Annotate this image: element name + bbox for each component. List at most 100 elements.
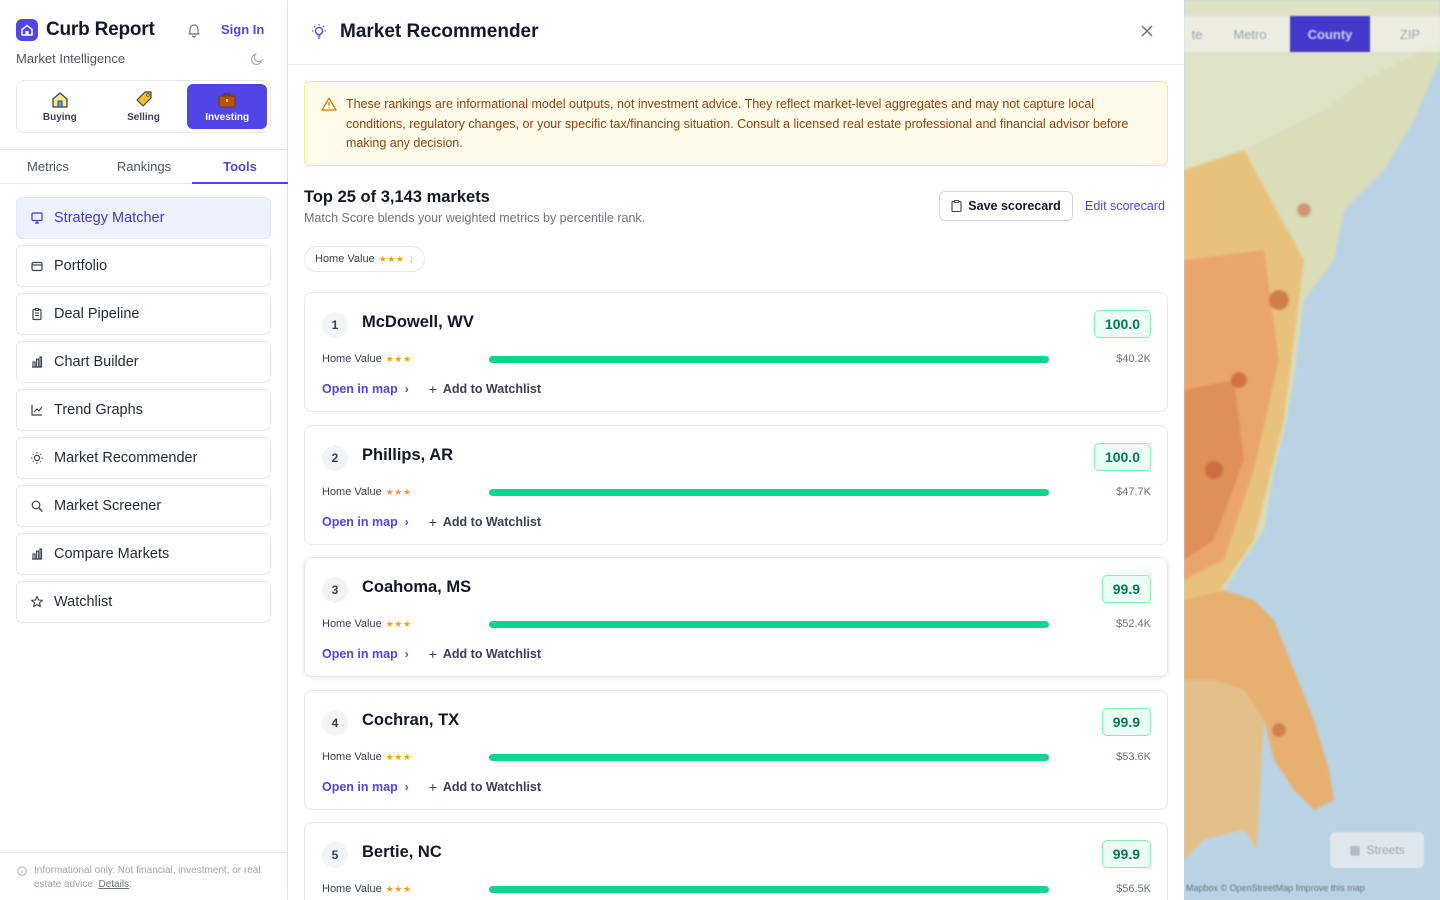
warning-icon (321, 97, 337, 111)
mode-buying[interactable]: Buying (20, 84, 100, 129)
plus-icon: + (428, 779, 437, 795)
tool-watchlist[interactable]: Watchlist (16, 581, 271, 623)
add-to-watchlist-button[interactable]: + Add to Watchlist (429, 646, 541, 662)
sort-chip-home-value[interactable]: Home Value ★★★ ↓ (304, 246, 425, 272)
map-layers-icon: ▦ (1349, 843, 1361, 857)
tool-label: Compare Markets (54, 546, 170, 562)
geo-level-state[interactable]: te (1184, 16, 1210, 52)
open-in-map-link[interactable]: Open in map › (322, 515, 409, 529)
clipboard-icon (951, 200, 962, 212)
match-score: 99.9 (1101, 575, 1151, 603)
card-actions: Open in map › + Add to Watchlist (322, 381, 541, 397)
plus-icon: + (428, 514, 437, 530)
tools-list: Strategy Matcher Portfolio Deal Pipeline… (16, 197, 271, 629)
monitor-icon (30, 211, 44, 225)
metric-value: $47.7K (1116, 486, 1151, 498)
open-in-map-link[interactable]: Open in map › (322, 382, 409, 396)
result-card: 3 Coahoma, MS 99.9 Home Value ★★★ $52.4K … (304, 557, 1168, 677)
metric-bar-fill (489, 489, 1049, 496)
bell-icon[interactable] (186, 22, 202, 38)
results-summary-title: Top 25 of 3,143 markets (304, 188, 490, 206)
metric-bar (489, 489, 1049, 496)
open-in-map-link[interactable]: Open in map › (322, 780, 409, 794)
disclaimer-text: Informational only. Not financial, inves… (34, 865, 261, 890)
mode-selling[interactable]: Selling (104, 84, 184, 129)
metric-label: Home Value ★★★ (322, 353, 412, 365)
close-icon[interactable] (1139, 23, 1155, 39)
tool-trend-graphs[interactable]: Trend Graphs (16, 389, 271, 431)
match-score: 100.0 (1093, 310, 1151, 338)
briefcase-icon (218, 92, 236, 107)
market-name: Coahoma, MS (362, 578, 472, 596)
tool-label: Market Recommender (54, 450, 198, 466)
geo-level-zip[interactable]: ZIP (1370, 16, 1440, 52)
warning-text: These rankings are informational model o… (346, 97, 1129, 150)
mode-label: Selling (127, 111, 160, 123)
tab-metrics[interactable]: Metrics (0, 150, 96, 183)
tool-market-screener[interactable]: Market Screener (16, 485, 271, 527)
tool-deal-pipeline[interactable]: Deal Pipeline (16, 293, 271, 335)
results-summary-subtitle: Match Score blends your weighted metrics… (304, 211, 646, 225)
sidebar-tabs: Metrics Rankings Tools (0, 149, 288, 184)
add-to-watchlist-button[interactable]: + Add to Watchlist (429, 779, 541, 795)
mode-label: Buying (42, 111, 77, 123)
metric-bar (489, 886, 1049, 893)
moon-icon[interactable] (250, 51, 265, 66)
match-score: 99.9 (1101, 840, 1151, 868)
metric-value: $52.4K (1116, 618, 1151, 630)
bar-chart-icon (30, 547, 44, 561)
tool-label: Portfolio (54, 258, 108, 274)
panel-title: Market Recommender (340, 21, 539, 42)
tool-label: Strategy Matcher (54, 210, 165, 226)
save-scorecard-button[interactable]: Save scorecard (939, 191, 1073, 221)
chevron-right-icon: › (404, 515, 409, 529)
add-to-watchlist-button[interactable]: + Add to Watchlist (429, 381, 541, 397)
rank-badge: 5 (322, 842, 348, 868)
mode-investing[interactable]: Investing (187, 84, 268, 129)
app-subtitle: Market Intelligence (16, 51, 126, 66)
tool-portfolio[interactable]: Portfolio (16, 245, 271, 287)
map-view[interactable]: te Metro County ZIP ▦ Streets Mapbox © O… (1184, 0, 1440, 900)
geo-level-metro[interactable]: Metro (1210, 16, 1290, 52)
tool-compare-markets[interactable]: Compare Markets (16, 533, 271, 575)
add-to-watchlist-button[interactable]: + Add to Watchlist (429, 514, 541, 530)
warning-banner: These rankings are informational model o… (304, 81, 1168, 166)
metric-value: $56.5K (1116, 883, 1151, 895)
edit-scorecard-link[interactable]: Edit scorecard (1085, 199, 1165, 213)
metric-value: $53.6K (1116, 751, 1151, 763)
tool-market-recommender[interactable]: Market Recommender (16, 437, 271, 479)
sidebar: Curb Report Sign In Market Intelligence … (0, 0, 288, 900)
map-attribution[interactable]: Mapbox © OpenStreetMap Improve this map (1186, 883, 1365, 893)
market-name: Cochran, TX (362, 711, 460, 729)
weight-stars: ★★★ (378, 253, 405, 264)
details-link[interactable]: Details (99, 879, 130, 890)
rank-badge: 3 (322, 577, 348, 603)
chevron-right-icon: › (404, 780, 409, 794)
market-recommender-panel: Market Recommender These rankings are in… (288, 0, 1184, 900)
tool-chart-builder[interactable]: Chart Builder (16, 341, 271, 383)
sidebar-disclaimer: Informational only. Not financial, inves… (0, 852, 288, 900)
streets-toggle-button[interactable]: ▦ Streets (1330, 832, 1424, 868)
tab-rankings[interactable]: Rankings (96, 150, 192, 183)
metric-bar-fill (489, 621, 1049, 628)
plus-icon: + (428, 646, 437, 662)
metric-bar (489, 356, 1049, 363)
tool-label: Market Screener (54, 498, 162, 514)
metric-bar (489, 621, 1049, 628)
card-actions: Open in map › + Add to Watchlist (322, 514, 541, 530)
tool-label: Trend Graphs (54, 402, 143, 418)
geo-level-county[interactable]: County (1290, 16, 1370, 52)
metric-label: Home Value ★★★ (322, 618, 412, 630)
metric-value: $40.2K (1116, 353, 1151, 365)
metric-label: Home Value ★★★ (322, 486, 412, 498)
map-canvas[interactable] (1184, 0, 1440, 900)
sign-in-link[interactable]: Sign In (221, 22, 264, 37)
search-icon (30, 499, 44, 513)
logo-icon[interactable] (16, 19, 38, 41)
tab-tools[interactable]: Tools (192, 150, 288, 184)
lightbulb-icon (30, 451, 44, 465)
tool-strategy-matcher[interactable]: Strategy Matcher (16, 197, 271, 239)
metric-label: Home Value ★★★ (322, 883, 412, 895)
card-actions: Open in map › + Add to Watchlist (322, 646, 541, 662)
open-in-map-link[interactable]: Open in map › (322, 647, 409, 661)
